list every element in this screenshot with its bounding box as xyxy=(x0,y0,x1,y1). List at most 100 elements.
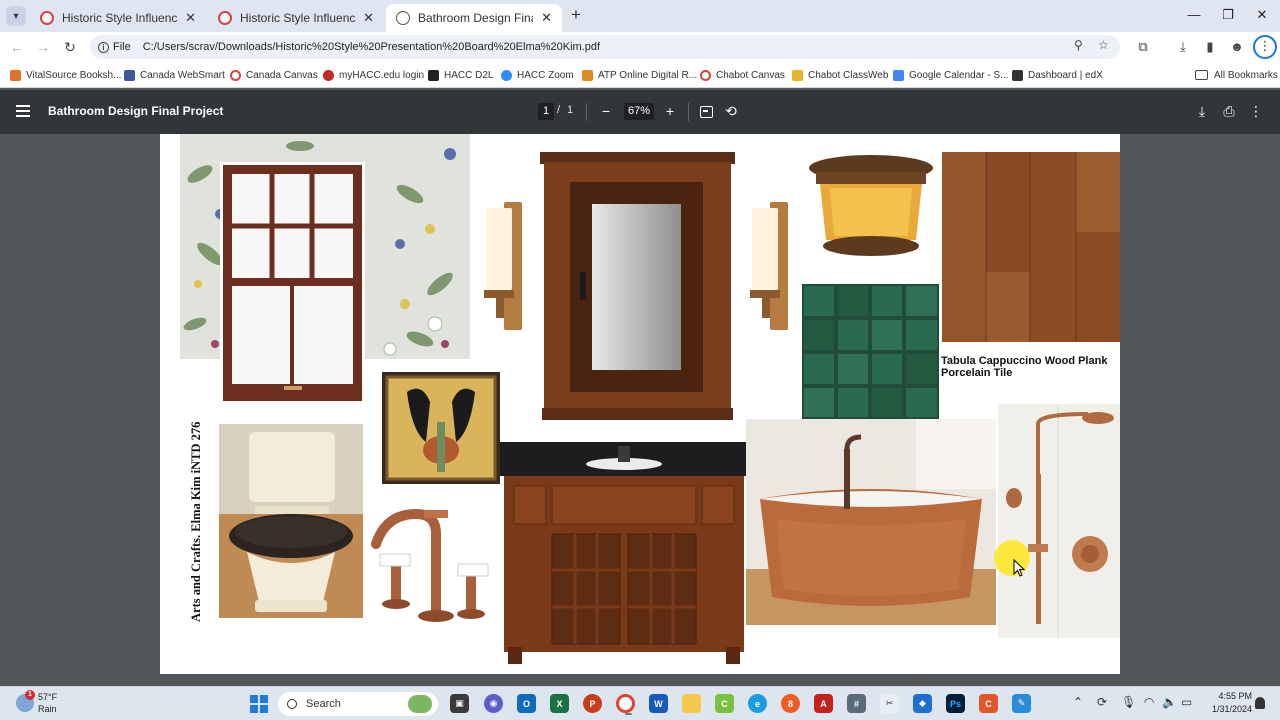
pdf-download-icon[interactable]: ⤓ xyxy=(1192,101,1212,121)
close-icon[interactable]: ✕ xyxy=(541,10,552,26)
bookmark-edx[interactable]: Dashboard | edX xyxy=(1012,67,1103,83)
wood-vanity-image xyxy=(500,442,748,664)
search-label: Search xyxy=(306,698,341,710)
page-number-input[interactable]: 1 xyxy=(538,103,554,120)
tab-historic-style-2[interactable]: Historic Style Influence Project ✕ xyxy=(208,4,384,32)
pdf-viewer[interactable]: Tabula Cappuccino Wood Plank Porcelain T… xyxy=(0,134,1280,686)
file-explorer-icon[interactable] xyxy=(682,694,701,713)
microphone-icon[interactable]: 🎙 xyxy=(1121,695,1136,709)
defender-icon[interactable]: ◆ xyxy=(913,694,932,713)
extensions-icon[interactable]: ⧉ xyxy=(1132,37,1154,57)
hacc-icon xyxy=(323,69,334,81)
search-icon xyxy=(287,699,297,709)
all-bookmarks-label: All Bookmarks xyxy=(1214,69,1278,81)
bookmark-canada-canvas[interactable]: Canada Canvas xyxy=(230,67,318,83)
bookmark-hacc-d2l[interactable]: HACC D2L xyxy=(428,67,493,83)
acrobat-icon[interactable]: A xyxy=(814,694,833,713)
bookmark-vitalsource[interactable]: VitalSource Booksh... xyxy=(10,67,121,83)
canvas-icon xyxy=(40,11,54,25)
all-bookmarks-button[interactable]: All Bookmarks xyxy=(1195,67,1278,83)
canvas-icon xyxy=(218,11,232,25)
fit-page-icon[interactable] xyxy=(700,106,713,118)
board-title-vertical: Arts and Crafts. Elma Kim iNTD 276 xyxy=(189,421,203,622)
chat-icon[interactable]: ◉ xyxy=(484,694,503,713)
reload-icon[interactable]: ↻ xyxy=(59,36,81,58)
info-icon[interactable]: i xyxy=(98,41,109,53)
mouse-cursor-icon xyxy=(1013,559,1025,577)
print-icon[interactable]: ⎙ xyxy=(1219,101,1239,121)
weather-temp[interactable]: 57°F xyxy=(38,692,57,702)
tab-search-chevron-icon[interactable]: ▾ xyxy=(6,6,26,26)
notification-bell-icon[interactable] xyxy=(1255,697,1265,709)
forward-arrow-icon[interactable]: → xyxy=(32,36,54,58)
zoom-search-icon[interactable]: ⚲ xyxy=(1074,38,1083,52)
photoshop-icon[interactable]: Ps xyxy=(946,694,965,713)
bookmark-atp-online[interactable]: ATP Online Digital R... xyxy=(582,67,697,83)
menu-icon[interactable] xyxy=(16,105,30,117)
close-icon[interactable]: ✕ xyxy=(185,10,196,26)
restore-button[interactable]: ❐ xyxy=(1214,4,1242,26)
edge-icon[interactable]: e xyxy=(748,694,767,713)
download-icon[interactable]: ⤓ xyxy=(1172,37,1194,57)
camtasia-icon[interactable]: C xyxy=(715,694,734,713)
excel-icon[interactable]: X xyxy=(550,694,569,713)
clock-date[interactable]: 1/31/2024 xyxy=(1200,704,1252,714)
rotate-icon[interactable]: ⟲ xyxy=(721,101,741,121)
tab-historic-style-1[interactable]: Historic Style Influence Project ✕ xyxy=(30,4,206,32)
close-window-button[interactable]: ✕ xyxy=(1248,4,1276,26)
bookmark-canada-websmart[interactable]: Canada WebSmart xyxy=(124,67,225,83)
weather-desc[interactable]: Rain xyxy=(38,704,57,714)
tray-overflow-icon[interactable]: ⌃ xyxy=(1073,695,1083,709)
bookmark-myhacc[interactable]: myHACC.edu login xyxy=(323,67,424,83)
profile-icon[interactable]: ☻ xyxy=(1226,37,1248,57)
zoom-in-icon[interactable]: + xyxy=(660,101,680,121)
zoom-icon xyxy=(501,69,512,81)
zoom-out-icon[interactable]: − xyxy=(596,101,616,121)
bookmark-chabot-classweb[interactable]: Chabot ClassWeb xyxy=(792,67,888,83)
back-arrow-icon[interactable]: ← xyxy=(6,36,28,58)
calendar-icon xyxy=(893,69,904,81)
bookmark-hacc-zoom[interactable]: HACC Zoom xyxy=(501,67,574,83)
recording-app-icon[interactable]: C xyxy=(979,694,998,713)
bookmark-google-calendar[interactable]: Google Calendar - S... xyxy=(893,67,1009,83)
green-tile-image xyxy=(802,284,939,419)
task-view-icon[interactable]: ▣ xyxy=(450,694,469,713)
minimize-button[interactable]: — xyxy=(1180,4,1208,26)
clock-time[interactable]: 4:55 PM xyxy=(1212,691,1252,701)
bookmark-star-icon[interactable]: ☆ xyxy=(1098,38,1109,52)
bookmark-label: Dashboard | edX xyxy=(1028,69,1103,81)
volume-icon[interactable]: 🔈 xyxy=(1162,695,1177,709)
url-text[interactable]: C:/Users/scrav/Downloads/Historic%20Styl… xyxy=(143,41,600,53)
app-icon[interactable]: 8 xyxy=(781,694,800,713)
bookmark-label: ATP Online Digital R... xyxy=(598,69,698,81)
calculator-icon[interactable]: # xyxy=(847,694,866,713)
paint-app-icon[interactable]: ✎ xyxy=(1012,694,1031,713)
snipping-tool-icon[interactable]: ✂ xyxy=(880,694,899,713)
chrome-icon[interactable] xyxy=(616,694,635,715)
address-bar[interactable]: i File C:/Users/scrav/Downloads/Historic… xyxy=(90,35,1120,59)
more-actions-icon[interactable]: ⋮ xyxy=(1246,101,1266,121)
new-tab-button[interactable]: + xyxy=(566,5,586,25)
bookmark-label: Google Calendar - S... xyxy=(909,69,1009,81)
copper-faucet-image xyxy=(371,508,489,622)
scheme-label: File xyxy=(113,41,131,53)
tab-bathroom-design[interactable]: Bathroom Design Final Project ✕ xyxy=(386,4,562,32)
close-icon[interactable]: ✕ xyxy=(363,10,374,26)
battery-icon[interactable]: ▭ xyxy=(1181,695,1192,709)
wifi-icon[interactable]: ◠ xyxy=(1144,695,1154,709)
zoom-level-input[interactable]: 67% xyxy=(624,103,654,120)
taskbar-search[interactable]: Search xyxy=(278,692,438,716)
windows-start-icon[interactable] xyxy=(250,695,268,713)
bookmark-chabot-canvas[interactable]: Chabot Canvas xyxy=(700,67,785,83)
d2l-icon xyxy=(428,69,439,81)
powerpoint-icon[interactable]: P xyxy=(583,694,602,713)
browser-menu-icon[interactable]: ⋮ xyxy=(1253,35,1277,59)
outlook-icon[interactable]: O xyxy=(517,694,536,713)
medicine-cabinet-image xyxy=(540,152,735,420)
bookmark-label: Canada WebSmart xyxy=(140,69,225,81)
word-icon[interactable]: W xyxy=(649,694,668,713)
pdf-toolbar: Bathroom Design Final Project 1 / 1 − 67… xyxy=(0,90,1280,134)
side-panel-icon[interactable]: ▮ xyxy=(1199,37,1221,57)
folder-icon xyxy=(1195,70,1208,80)
sync-icon[interactable]: ⟳ xyxy=(1097,695,1107,709)
